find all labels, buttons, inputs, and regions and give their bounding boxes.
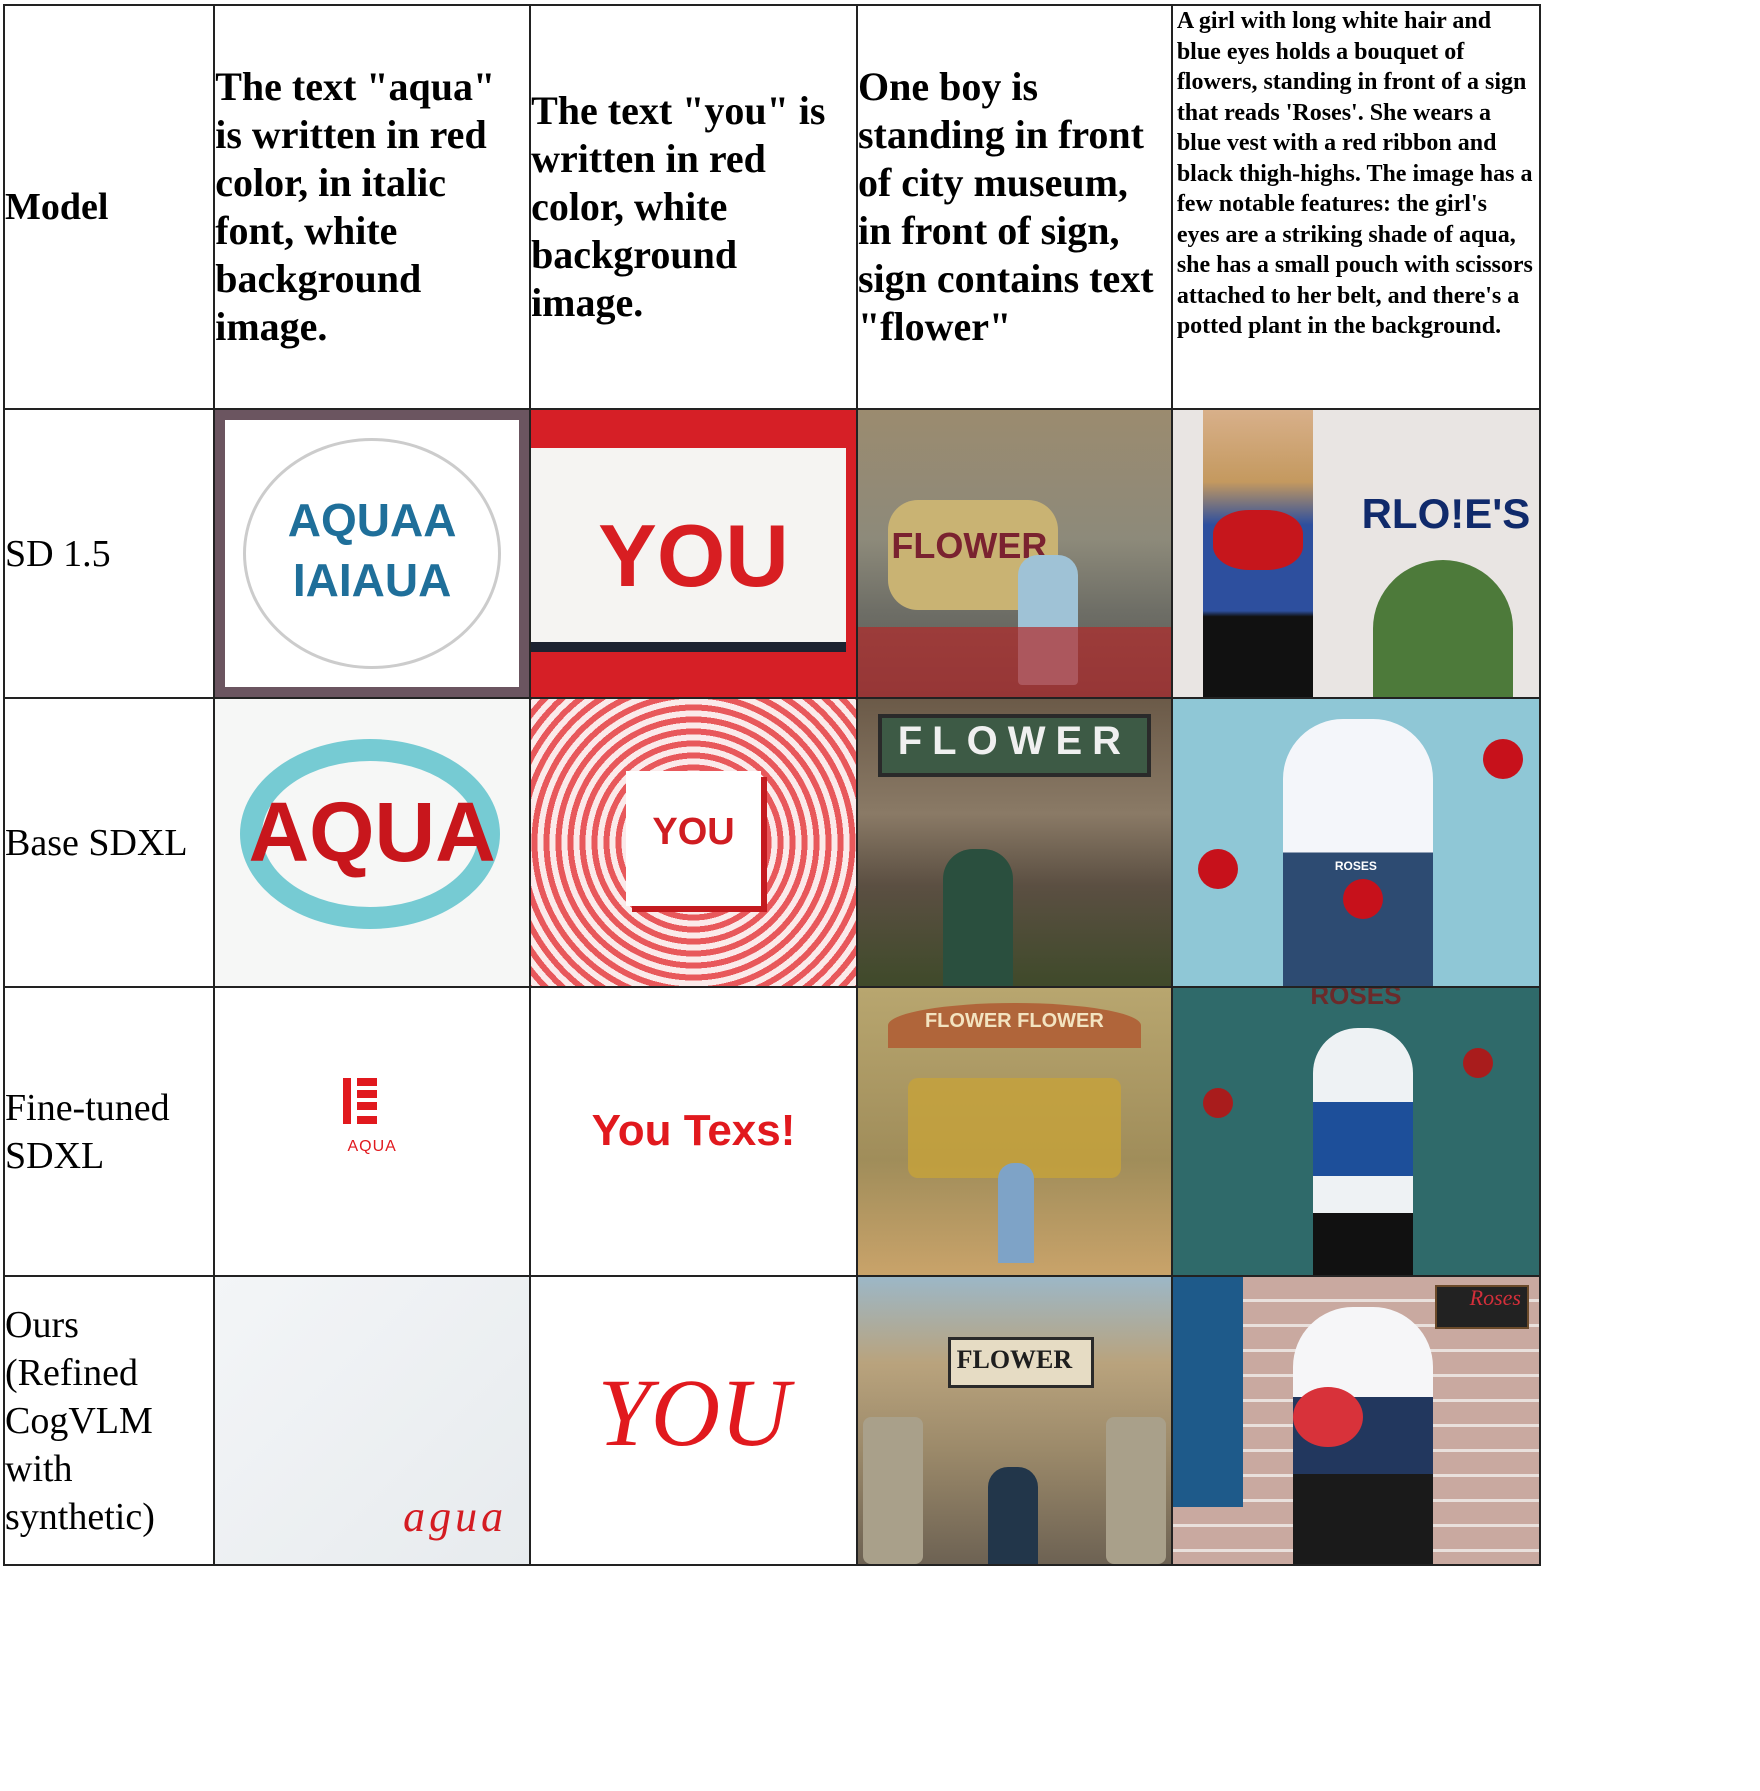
generated-image-aqua: agua (213, 1275, 532, 1566)
model-label: Base SDXL (2, 697, 216, 988)
table-row: SD 1.5 AQUAA IAIAUA YOU FLOWER RLO!E'S (2, 408, 1542, 699)
generated-image-you: YOU (529, 408, 858, 699)
image-text: ROSES (1310, 987, 1402, 1010)
image-text: AQUAA IAIAUA (287, 494, 457, 606)
generated-image-flower: FLOWER (855, 408, 1173, 699)
prompt-header-you: The text "you" is written in red color, … (529, 4, 858, 410)
table-row: Ours (Refined CogVLM with synthetic) agu… (2, 1275, 1542, 1566)
image-text: FLOWER (897, 719, 1132, 763)
model-label: Ours (Refined CogVLM with synthetic) (2, 1275, 216, 1566)
image-text: FLOWER (956, 1345, 1073, 1374)
model-column-header: Model (2, 4, 216, 410)
generated-image-flower: FLOWER (855, 697, 1173, 988)
generated-image-you: YOU (529, 697, 858, 988)
prompt-header-flower: One boy is standing in front of city mus… (855, 4, 1173, 410)
generated-image-aqua: AQUA (213, 986, 532, 1277)
figure: Model The text "aqua" is written in red … (0, 0, 1760, 1791)
generated-image-roses: RLO!E'S (1170, 408, 1542, 699)
generated-image-you: YOU (529, 1275, 858, 1566)
image-text: YOU (652, 811, 735, 853)
generated-image-flower: FLOWER (855, 1275, 1173, 1566)
model-label: SD 1.5 (2, 408, 216, 699)
image-text: You Texs! (591, 1106, 796, 1155)
image-text: RLO!E'S (1361, 490, 1531, 537)
image-text: AQUA (248, 785, 496, 879)
image-text: agua (403, 1492, 508, 1541)
image-text: AQUA (347, 1138, 397, 1155)
table-row: Fine-tuned SDXL AQUA You Texs! FLOWER FL… (2, 986, 1542, 1277)
generated-image-roses: ROSES (1170, 697, 1542, 988)
image-text: Roses (1469, 1285, 1521, 1310)
image-text: YOU (597, 1359, 790, 1466)
generated-image-roses: Roses (1170, 1275, 1542, 1566)
table-row: Base SDXL AQUA YOU FLOWER ROSES (2, 697, 1542, 988)
generated-image-aqua: AQUAA IAIAUA (213, 408, 532, 699)
generated-image-you: You Texs! (529, 986, 858, 1277)
header-row: Model The text "aqua" is written in red … (2, 4, 1542, 410)
model-label: Fine-tuned SDXL (2, 986, 216, 1277)
image-text: FLOWER FLOWER (924, 1010, 1104, 1032)
image-text: YOU (598, 506, 789, 605)
generated-image-aqua: AQUA (213, 697, 532, 988)
generated-image-roses: ROSES (1170, 986, 1542, 1277)
prompt-header-aqua: The text "aqua" is written in red color,… (213, 4, 532, 410)
comparison-table: Model The text "aqua" is written in red … (2, 4, 1542, 1566)
prompt-header-roses: A girl with long white hair and blue eye… (1170, 4, 1542, 410)
generated-image-flower: FLOWER FLOWER (855, 986, 1173, 1277)
